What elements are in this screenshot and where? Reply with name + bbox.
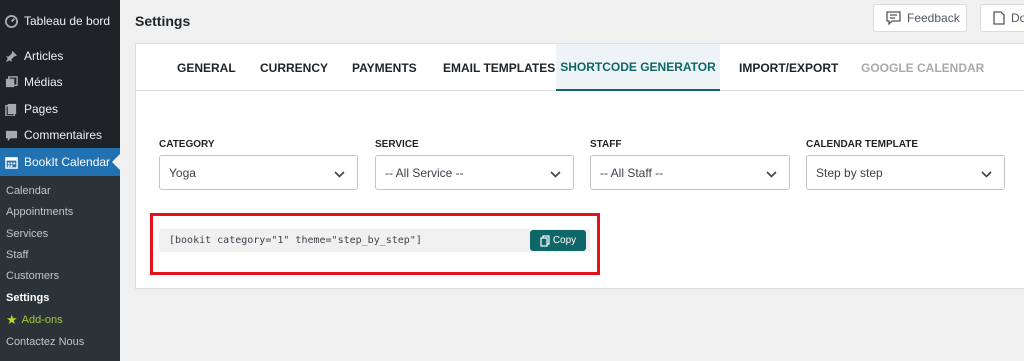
copy-icon — [540, 234, 550, 247]
menu-item-dashboard[interactable]: Tableau de bord — [0, 8, 120, 34]
tab-currency[interactable]: CURRENCY — [260, 44, 328, 91]
staff-value: -- All Staff -- — [600, 165, 664, 180]
tab-email-templates[interactable]: EMAIL TEMPLATES — [443, 44, 555, 91]
tab-google-calendar[interactable]: GOOGLE CALENDAR — [861, 44, 984, 91]
chevron-down-icon — [766, 167, 777, 181]
tab-import-export[interactable]: IMPORT/EXPORT — [739, 44, 838, 91]
menu-item-label: Articles — [24, 49, 64, 63]
submenu-item-contact[interactable]: Contactez Nous — [6, 336, 84, 348]
submenu-item-settings[interactable]: Settings — [6, 292, 49, 304]
shortcode-text: [bookit category="1" theme="step_by_step… — [169, 235, 422, 246]
copy-label: Copy — [552, 235, 577, 246]
page-title: Settings — [135, 13, 191, 29]
menu-item-comments[interactable]: Commentaires — [0, 122, 120, 148]
category-label: CATEGORY — [159, 139, 215, 150]
feedback-icon — [886, 11, 901, 25]
media-icon — [4, 75, 18, 89]
calendar-template-value: Step by step — [816, 165, 883, 180]
documentation-label: Do — [1011, 11, 1024, 25]
menu-item-pages[interactable]: Pages — [0, 96, 120, 122]
menu-item-label: Commentaires — [24, 128, 103, 142]
tab-shortcode-generator[interactable]: SHORTCODE GENERATOR — [556, 44, 720, 91]
copy-button[interactable]: Copy — [530, 230, 586, 251]
menu-item-label: Médias — [24, 75, 63, 89]
chevron-down-icon — [334, 167, 345, 181]
submenu-item-services[interactable]: Services — [6, 228, 48, 240]
tab-payments[interactable]: PAYMENTS — [352, 44, 417, 91]
active-menu-arrow — [112, 154, 120, 170]
calendar-template-select[interactable]: Step by step — [806, 155, 1005, 190]
documentation-button[interactable]: Do — [980, 4, 1024, 32]
submenu-item-staff[interactable]: Staff — [6, 249, 28, 261]
menu-item-label: BookIt Calendar — [24, 155, 111, 169]
bookit-submenu: Calendar Appointments Services Staff Cus… — [0, 176, 120, 361]
pushpin-icon — [4, 49, 18, 63]
settings-tabs: GENERAL CURRENCY PAYMENTS EMAIL TEMPLATE… — [136, 44, 1024, 91]
staff-label: STAFF — [590, 139, 622, 150]
submenu-item-addons[interactable]: ★ Add-ons — [6, 312, 63, 328]
pages-icon — [4, 102, 18, 116]
calendar-template-label: CALENDAR TEMPLATE — [806, 139, 919, 150]
feedback-button[interactable]: Feedback — [873, 4, 967, 32]
shortcode-output[interactable]: [bookit category="1" theme="step_by_step… — [159, 229, 590, 252]
category-value: Yoga — [169, 165, 196, 180]
admin-sidebar: Tableau de bord Articles Médias Pages Co… — [0, 0, 120, 361]
service-select[interactable]: -- All Service -- — [375, 155, 574, 190]
category-select[interactable]: Yoga — [159, 155, 358, 190]
chevron-down-icon — [550, 167, 561, 181]
service-label: SERVICE — [375, 139, 419, 150]
submenu-item-calendar[interactable]: Calendar — [6, 185, 51, 197]
dashboard-icon — [4, 14, 18, 28]
menu-item-label: Tableau de bord — [24, 14, 111, 28]
service-value: -- All Service -- — [385, 165, 464, 180]
staff-select[interactable]: -- All Staff -- — [590, 155, 790, 190]
feedback-label: Feedback — [907, 11, 960, 25]
calendar-icon — [4, 155, 18, 169]
chevron-down-icon — [981, 167, 992, 181]
star-icon: ★ — [6, 312, 18, 327]
comments-icon — [4, 128, 18, 142]
settings-card: GENERAL CURRENCY PAYMENTS EMAIL TEMPLATE… — [135, 43, 1024, 289]
submenu-item-customers[interactable]: Customers — [6, 270, 59, 282]
tab-general[interactable]: GENERAL — [177, 44, 236, 91]
submenu-item-appointments[interactable]: Appointments — [6, 206, 73, 218]
menu-item-articles[interactable]: Articles — [0, 43, 120, 69]
menu-item-medias[interactable]: Médias — [0, 69, 120, 95]
menu-item-label: Pages — [24, 102, 59, 116]
document-icon — [993, 11, 1005, 25]
submenu-item-label: Add-ons — [21, 314, 63, 326]
menu-item-bookit-calendar[interactable]: BookIt Calendar — [0, 148, 120, 176]
